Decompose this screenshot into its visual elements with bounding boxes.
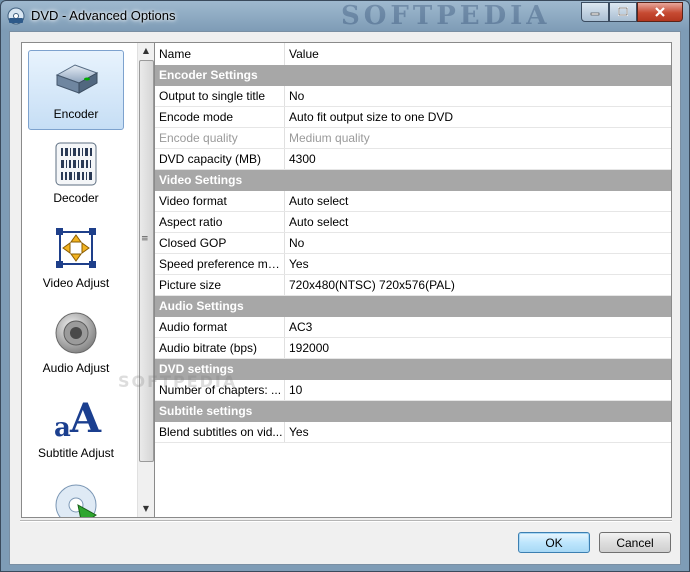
scroll-up-icon[interactable]: ▲ [138, 43, 154, 59]
grid-property-row[interactable]: Audio format AC3 [155, 317, 671, 338]
center-watermark: SOFTPEDIA [118, 372, 238, 391]
grid-property-row[interactable]: Blend subtitles on vid... Yes [155, 422, 671, 443]
dvd-app-icon [7, 7, 25, 25]
dialog-window: DVD - Advanced Options SOFTPEDIA Encoder… [0, 0, 690, 572]
nav-item-encoder[interactable]: Encoder [28, 50, 124, 130]
grid-group-header[interactable]: Video Settings [155, 170, 671, 191]
property-value: Medium quality [289, 131, 370, 145]
speaker-icon [55, 312, 97, 354]
property-value[interactable]: Auto fit output size to one DVD [285, 107, 671, 127]
grid-property-row[interactable]: Encode mode Auto fit output size to one D… [155, 107, 671, 128]
property-name: Closed GOP [155, 233, 285, 253]
nav-item-label: Audio Adjust [42, 361, 110, 375]
cancel-button[interactable]: Cancel [599, 532, 671, 553]
grip-icon: ≡ [141, 234, 149, 244]
subtitle-letters-icon: a A [54, 396, 102, 443]
grid-group-header[interactable]: Audio Settings [155, 296, 671, 317]
nav-item-label: Encoder [53, 107, 99, 121]
grid-property-row[interactable]: Aspect ratio Auto select [155, 212, 671, 233]
nav-item-decoder[interactable]: Decoder [28, 135, 124, 215]
property-value[interactable]: No [285, 86, 671, 106]
svg-text:a: a [54, 413, 71, 443]
grid-property-row[interactable]: Closed GOP No [155, 233, 671, 254]
grid-property-row[interactable]: Output to single title No [155, 86, 671, 107]
grid-property-row[interactable]: Video format Auto select [155, 191, 671, 212]
property-value[interactable]: 4300 [285, 149, 671, 169]
grid-property-row[interactable]: DVD capacity (MB) 4300 [155, 149, 671, 170]
maximize-button[interactable] [609, 2, 637, 22]
property-value[interactable]: Auto select [285, 191, 671, 211]
property-name: Picture size [155, 275, 285, 295]
property-name: Encode mode [155, 107, 285, 127]
title-watermark: SOFTPEDIA [341, 1, 551, 31]
nav-item-label: Video Adjust [42, 276, 110, 290]
close-button[interactable] [637, 2, 683, 22]
disc-icon [55, 484, 97, 517]
window-title: DVD - Advanced Options [31, 8, 176, 23]
nav-item-label: Subtitle Adjust [37, 446, 115, 460]
grid-header: Name Value [155, 43, 671, 66]
window-controls [581, 2, 683, 22]
footer-separator [20, 520, 672, 522]
category-list-scrollbar[interactable]: ▲ ≡ ▼ [137, 43, 154, 517]
property-name: DVD capacity (MB) [155, 149, 285, 169]
property-name: Aspect ratio [155, 212, 285, 232]
property-value[interactable]: 10 [285, 380, 671, 400]
property-value[interactable]: Yes [285, 422, 671, 442]
property-value[interactable]: No [285, 233, 671, 253]
scroll-down-icon[interactable]: ▼ [138, 501, 154, 517]
title-bar[interactable]: DVD - Advanced Options SOFTPEDIA [1, 1, 689, 31]
nav-item-audio-adjust[interactable]: Audio Adjust [28, 305, 124, 385]
minimize-icon [590, 12, 600, 16]
property-name: Speed preference mo... [155, 254, 285, 274]
svg-text:A: A [69, 396, 102, 442]
nav-item-burn[interactable] [28, 475, 124, 517]
property-name: Audio bitrate (bps) [155, 338, 285, 358]
nav-item-label: Decoder [53, 191, 99, 205]
property-value[interactable]: Auto select [285, 212, 671, 232]
column-header-value[interactable]: Value [285, 43, 671, 65]
video-adjust-arrows-icon [56, 228, 96, 268]
ok-button[interactable]: OK [518, 532, 590, 553]
nav-item-video-adjust[interactable]: Video Adjust [28, 220, 124, 300]
property-name: Encode quality [155, 128, 285, 148]
category-list: Encoder Decoder Video Adjust Audio Adjus… [21, 42, 155, 518]
property-value[interactable]: 192000 [285, 338, 671, 358]
column-header-name[interactable]: Name [155, 43, 285, 65]
grid-property-row[interactable]: Audio bitrate (bps) 192000 [155, 338, 671, 359]
nav-item-subtitle-adjust[interactable]: a A Subtitle Adjust [28, 390, 124, 470]
property-name: Output to single title [155, 86, 285, 106]
dialog-client-area: Encoder Decoder Video Adjust Audio Adjus… [9, 31, 681, 565]
grid-group-header[interactable]: Subtitle settings [155, 401, 671, 422]
minimize-button[interactable] [581, 2, 609, 22]
property-name: Video format [155, 191, 285, 211]
grid-property-row: Encode quality Medium quality [155, 128, 671, 149]
property-value[interactable]: Yes [285, 254, 671, 274]
encoder-device-icon [55, 64, 99, 94]
property-value[interactable]: 720x480(NTSC) 720x576(PAL) [285, 275, 671, 295]
maximize-icon [618, 7, 628, 16]
grid-group-header[interactable]: Encoder Settings [155, 65, 671, 86]
scrollbar-thumb[interactable] [139, 60, 154, 462]
property-value[interactable]: AC3 [285, 317, 671, 337]
grid-property-row[interactable]: Picture size 720x480(NTSC) 720x576(PAL) [155, 275, 671, 296]
property-name: Blend subtitles on vid... [155, 422, 285, 442]
close-icon [655, 7, 665, 17]
property-name: Audio format [155, 317, 285, 337]
grid-property-row[interactable]: Speed preference mo... Yes [155, 254, 671, 275]
decoder-barcode-icon [55, 142, 97, 186]
property-grid: Name Value Encoder Settings Output to sin… [154, 42, 672, 518]
